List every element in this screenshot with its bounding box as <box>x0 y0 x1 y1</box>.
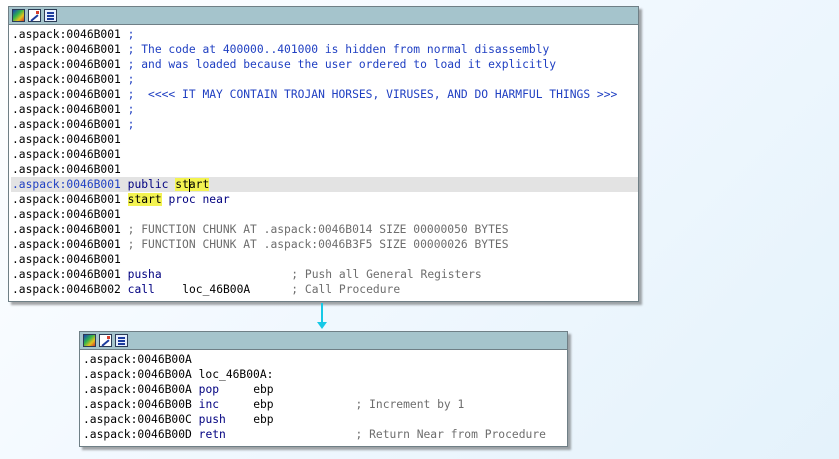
symbol-start[interactable]: start <box>175 178 210 192</box>
code-line[interactable]: .aspack:0046B001 ; and was loaded becaus… <box>11 57 638 72</box>
instruction-mnemonic: pop <box>198 383 220 396</box>
line-address: .aspack:0046B001 <box>12 253 121 266</box>
graph-node-loc-46b00a[interactable]: .aspack:0046B00A .aspack:0046B00A loc_46B… <box>79 331 568 447</box>
color-icon[interactable] <box>12 9 25 22</box>
code-label: loc_46B00A: <box>191 368 274 381</box>
instruction-operands[interactable]: ebp <box>253 382 355 397</box>
code-line[interactable]: .aspack:0046B001 <box>11 132 638 147</box>
graph-icon[interactable] <box>44 9 57 22</box>
flow-arrow-icon <box>317 322 327 329</box>
line-comment: ; <box>120 73 135 86</box>
line-comment: ; FUNCTION CHUNK AT .aspack:0046B014 SIZ… <box>120 223 509 236</box>
line-address: .aspack:0046B001 <box>12 193 121 206</box>
line-address: .aspack:0046B001 <box>12 118 121 131</box>
symbol-start[interactable]: start <box>127 193 162 206</box>
instruction-mnemonic: inc <box>198 398 220 411</box>
code-line[interactable]: .aspack:0046B00A <box>82 352 567 367</box>
line-address: .aspack:0046B001 <box>12 223 121 236</box>
instruction-mnemonic: call <box>127 283 155 296</box>
line-address: .aspack:0046B001 <box>12 133 121 146</box>
code-line[interactable]: .aspack:0046B00A loc_46B00A: <box>82 367 567 382</box>
instruction-operands[interactable]: ebp <box>253 397 355 412</box>
line-address: .aspack:0046B002 <box>12 283 121 296</box>
instruction-comment: ; Push all General Registers <box>291 268 482 281</box>
code-line[interactable]: .aspack:0046B00C push ebp <box>82 412 567 427</box>
instruction-comment: ; Increment by 1 <box>355 398 465 411</box>
code-line[interactable]: .aspack:0046B001 ; FUNCTION CHUNK AT .as… <box>11 222 638 237</box>
code-line[interactable]: .aspack:0046B001 <box>11 147 638 162</box>
disassembly-lines[interactable]: .aspack:0046B00A .aspack:0046B00A loc_46B… <box>80 350 567 442</box>
line-comment: ; The code at 400000..401000 is hidden f… <box>120 43 550 56</box>
line-address: .aspack:0046B001 <box>12 88 121 101</box>
line-address: .aspack:0046B00D <box>83 428 192 441</box>
code-line[interactable]: .aspack:0046B001 ; FUNCTION CHUNK AT .as… <box>11 237 638 252</box>
line-address: .aspack:0046B001 <box>12 268 121 281</box>
graph-icon[interactable] <box>115 334 128 347</box>
node-titlebar[interactable] <box>9 7 638 25</box>
edit-icon[interactable] <box>28 9 41 22</box>
code-line[interactable]: .aspack:0046B001 ; The code at 400000..4… <box>11 42 638 57</box>
line-comment: ; FUNCTION CHUNK AT .aspack:0046B3F5 SIZ… <box>120 238 509 251</box>
line-address: .aspack:0046B001 <box>12 178 121 191</box>
instruction-mnemonic: push <box>198 413 226 426</box>
line-comment: ; and was loaded because the user ordere… <box>120 58 557 71</box>
color-icon[interactable] <box>83 334 96 347</box>
line-comment: ; <box>120 28 135 41</box>
code-line[interactable]: .aspack:0046B002 call loc_46B00A; Call Pr… <box>11 282 638 297</box>
line-comment: ; <box>120 118 135 131</box>
line-comment: ; <box>120 103 135 116</box>
code-line[interactable]: .aspack:0046B00A pop ebp <box>82 382 567 397</box>
line-comment: ; <<<< IT MAY CONTAIN TROJAN HORSES, VIR… <box>120 88 618 101</box>
code-line[interactable]: .aspack:0046B001 ; <box>11 72 638 87</box>
line-address: .aspack:0046B00B <box>83 398 192 411</box>
code-line[interactable]: .aspack:0046B001 ; <box>11 102 638 117</box>
line-address: .aspack:0046B00A <box>83 383 192 396</box>
symbol-start-part: art <box>188 178 210 191</box>
disassembly-lines[interactable]: .aspack:0046B001 ; .aspack:0046B001 ; The… <box>9 25 638 297</box>
code-line[interactable]: .aspack:0046B001 <box>11 162 638 177</box>
line-address: .aspack:0046B001 <box>12 58 121 71</box>
public-keyword: public <box>127 178 169 191</box>
code-line[interactable]: .aspack:0046B001 ; <box>11 117 638 132</box>
line-address: .aspack:0046B001 <box>12 163 121 176</box>
instruction-operands[interactable]: loc_46B00A <box>182 282 291 297</box>
instruction-mnemonic: pusha <box>127 268 162 281</box>
graph-node-start[interactable]: .aspack:0046B001 ; .aspack:0046B001 ; The… <box>8 6 639 302</box>
line-address: .aspack:0046B001 <box>12 148 121 161</box>
instruction-comment: ; Call Procedure <box>291 283 401 296</box>
line-address: .aspack:0046B001 <box>12 43 121 56</box>
code-line[interactable]: .aspack:0046B001 ; <box>11 27 638 42</box>
node-titlebar[interactable] <box>80 332 567 350</box>
code-line[interactable]: .aspack:0046B00B inc ebp; Increment by 1 <box>82 397 567 412</box>
line-address: .aspack:0046B001 <box>12 208 121 221</box>
line-address: .aspack:0046B001 <box>12 238 121 251</box>
code-line[interactable]: .aspack:0046B001 public start <box>11 177 638 192</box>
instruction-mnemonic: retn <box>198 428 226 441</box>
symbol-start-part: st <box>175 178 189 191</box>
instruction-comment: ; Return Near from Procedure <box>355 428 546 441</box>
instruction-operands[interactable]: ebp <box>253 412 355 427</box>
line-address: .aspack:0046B00C <box>83 413 192 426</box>
proc-directive: proc near <box>168 193 230 206</box>
code-line[interactable]: .aspack:0046B001 start proc near <box>11 192 638 207</box>
code-line[interactable]: .aspack:0046B001 <box>11 252 638 267</box>
line-address: .aspack:0046B001 <box>12 28 121 41</box>
line-address: .aspack:0046B001 <box>12 103 121 116</box>
line-address: .aspack:0046B00A <box>83 368 192 381</box>
line-address: .aspack:0046B001 <box>12 73 121 86</box>
code-line[interactable]: .aspack:0046B00D retn ; Return Near from … <box>82 427 567 442</box>
line-address: .aspack:0046B00A <box>83 353 192 366</box>
code-line[interactable]: .aspack:0046B001 <box>11 207 638 222</box>
code-line[interactable]: .aspack:0046B001 ; <<<< IT MAY CONTAIN T… <box>11 87 638 102</box>
edit-icon[interactable] <box>99 334 112 347</box>
code-line[interactable]: .aspack:0046B001 pusha ; Push all General… <box>11 267 638 282</box>
